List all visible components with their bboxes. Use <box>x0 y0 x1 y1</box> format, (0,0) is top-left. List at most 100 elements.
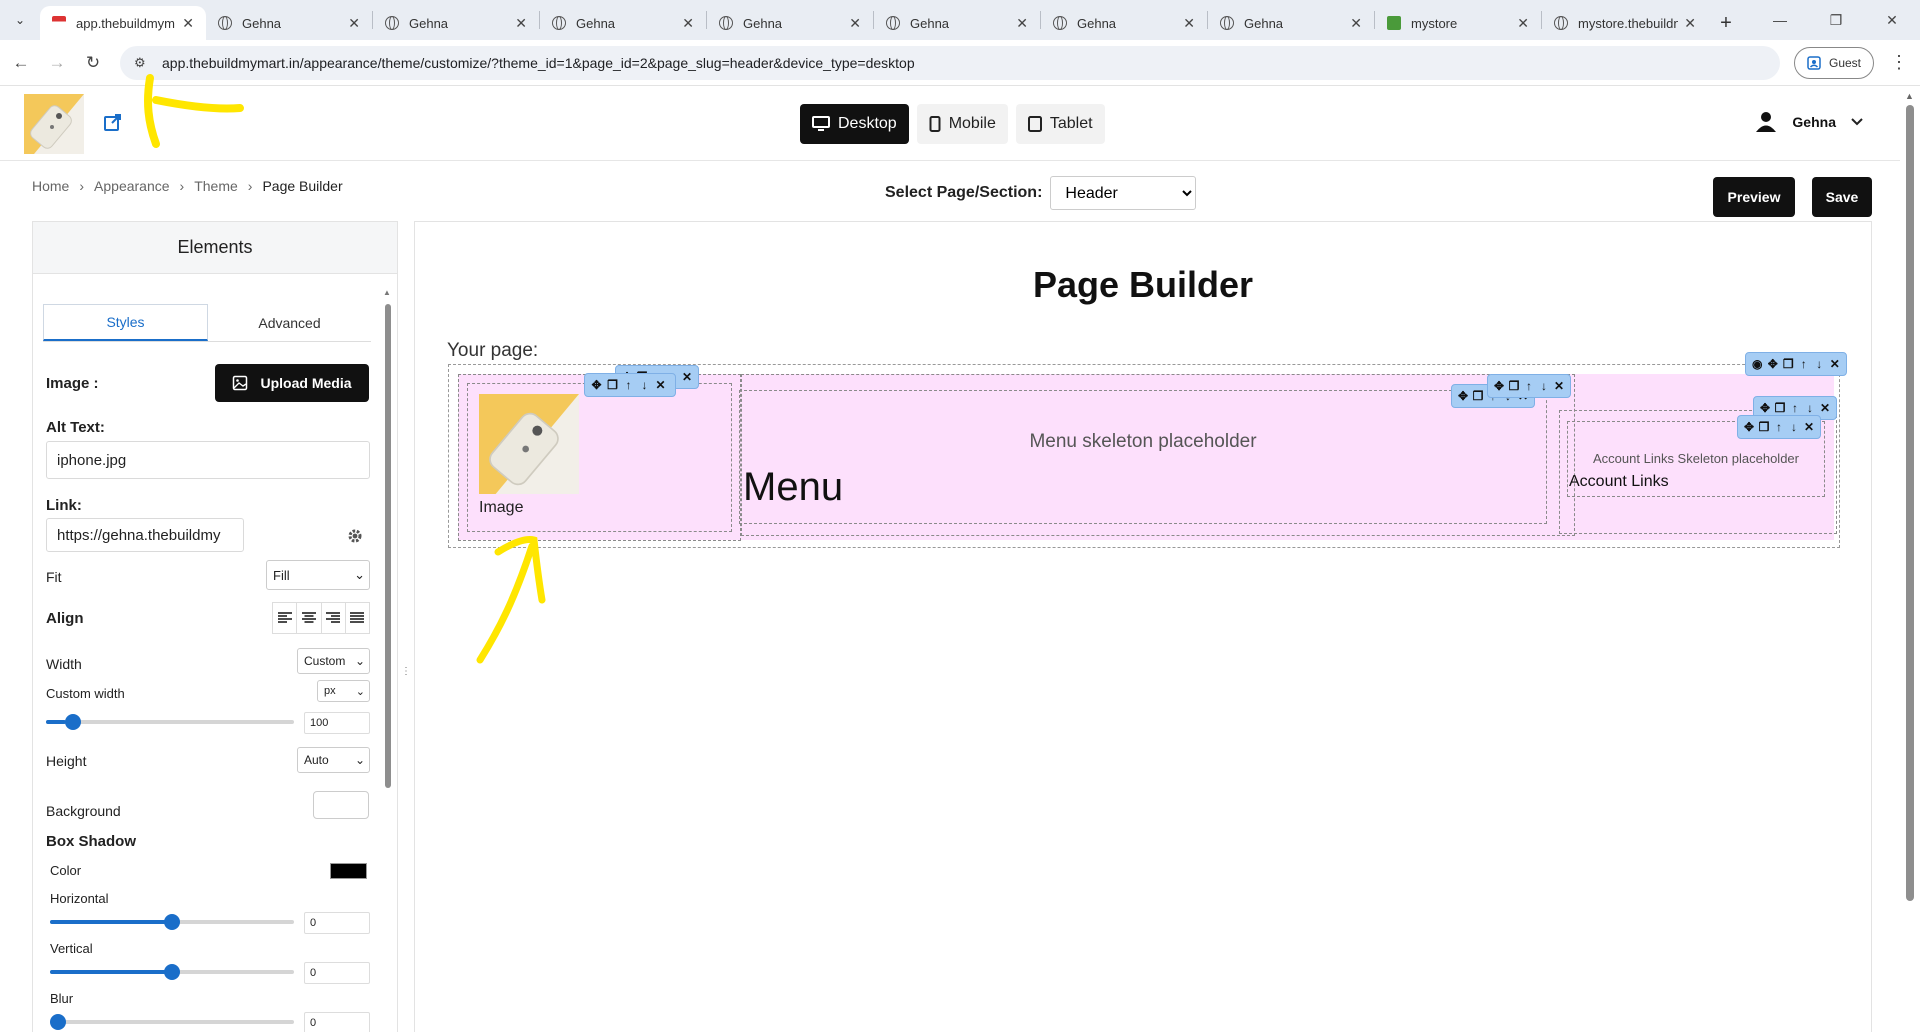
blur-slider[interactable] <box>50 1014 294 1030</box>
panel-resize-handle[interactable]: ⋮ <box>401 666 411 677</box>
fit-select[interactable]: Fill ⌄ <box>266 560 370 590</box>
close-tab-icon[interactable]: ✕ <box>182 15 194 32</box>
arrow-up-icon[interactable]: ↑ <box>1798 358 1811 371</box>
minimize-icon[interactable]: — <box>1752 0 1808 40</box>
move-icon[interactable]: ✥ <box>1743 421 1755 434</box>
arrow-up-icon[interactable]: ↑ <box>1789 402 1801 415</box>
align-center-icon[interactable] <box>297 603 322 633</box>
move-icon[interactable]: ✥ <box>1493 380 1505 393</box>
align-left-icon[interactable] <box>273 603 298 633</box>
duplicate-icon[interactable]: ❐ <box>1508 380 1520 393</box>
upload-media-button[interactable]: Upload Media <box>215 364 369 402</box>
slider-knob[interactable] <box>50 1014 66 1030</box>
header-section[interactable]: Image Menu skeleton placeholder Menu Acc… <box>448 352 1847 548</box>
browser-tab[interactable]: Gehna ✕ <box>707 6 873 40</box>
link-input[interactable]: https://gehna.thebuildmy <box>46 518 244 552</box>
tab-search-icon[interactable]: ⌄ <box>0 0 40 40</box>
browser-tab[interactable]: Gehna ✕ <box>206 6 372 40</box>
arrow-down-icon[interactable]: ↓ <box>1538 380 1550 393</box>
arrow-down-icon[interactable]: ↓ <box>1804 402 1816 415</box>
move-icon[interactable]: ✥ <box>1767 358 1780 371</box>
tab-advanced[interactable]: Advanced <box>208 304 371 341</box>
gear-icon[interactable] <box>347 528 363 544</box>
delete-icon[interactable]: ✕ <box>681 371 693 384</box>
custom-width-input[interactable]: 100 <box>304 712 370 734</box>
address-bar[interactable]: ⚙ app.thebuildmymart.in/appearance/theme… <box>120 45 1780 80</box>
back-icon[interactable]: ← <box>6 48 36 78</box>
store-logo[interactable] <box>24 94 84 154</box>
browser-tab[interactable]: Gehna ✕ <box>1208 6 1374 40</box>
close-tab-icon[interactable]: ✕ <box>1684 15 1696 32</box>
save-button[interactable]: Save <box>1812 177 1872 217</box>
arrow-up-icon[interactable]: ↑ <box>1523 380 1535 393</box>
width-select[interactable]: Custom ⌄ <box>297 648 370 674</box>
duplicate-icon[interactable]: ❐ <box>1782 358 1795 371</box>
close-window-icon[interactable]: ✕ <box>1864 0 1920 40</box>
open-external-icon[interactable] <box>103 112 123 132</box>
close-tab-icon[interactable]: ✕ <box>849 15 861 32</box>
custom-width-slider[interactable] <box>46 714 294 730</box>
site-info-icon[interactable]: ⚙ <box>134 55 150 71</box>
preview-button[interactable]: Preview <box>1713 177 1795 217</box>
move-icon[interactable]: ✥ <box>1457 390 1469 403</box>
breadcrumb-theme[interactable]: Theme <box>194 178 238 194</box>
duplicate-icon[interactable]: ❐ <box>1758 421 1770 434</box>
delete-icon[interactable]: ✕ <box>1819 402 1831 415</box>
align-right-icon[interactable] <box>322 603 346 633</box>
shadow-color-swatch[interactable] <box>330 863 367 879</box>
blur-input[interactable]: 0 <box>304 1012 370 1032</box>
arrow-up-icon[interactable]: ↑ <box>622 379 635 392</box>
browser-tab[interactable]: Gehna ✕ <box>373 6 539 40</box>
close-tab-icon[interactable]: ✕ <box>348 15 360 32</box>
device-mobile-button[interactable]: Mobile <box>916 104 1008 144</box>
slider-knob[interactable] <box>164 964 180 980</box>
browser-tab[interactable]: Gehna ✕ <box>1041 6 1207 40</box>
scroll-up-icon[interactable]: ▲ <box>1905 91 1914 101</box>
scroll-thumb[interactable] <box>385 304 391 788</box>
move-icon[interactable]: ✥ <box>1759 402 1771 415</box>
arrow-up-icon[interactable]: ↑ <box>1773 421 1785 434</box>
delete-icon[interactable]: ✕ <box>1829 358 1842 371</box>
duplicate-icon[interactable]: ❐ <box>1472 390 1484 403</box>
browser-tab[interactable]: app.thebuildmym ✕ <box>40 6 206 40</box>
duplicate-icon[interactable]: ❐ <box>606 379 619 392</box>
delete-icon[interactable]: ✕ <box>654 379 667 392</box>
breadcrumb-home[interactable]: Home <box>32 178 69 194</box>
width-unit-select[interactable]: px ⌄ <box>317 680 370 702</box>
new-tab-button[interactable]: + <box>1708 6 1744 40</box>
user-menu[interactable]: Gehna <box>1754 111 1864 133</box>
menu-block[interactable] <box>739 390 1547 524</box>
device-desktop-button[interactable]: Desktop <box>800 104 909 144</box>
close-tab-icon[interactable]: ✕ <box>682 15 694 32</box>
tab-styles[interactable]: Styles <box>43 304 208 341</box>
browser-tab[interactable]: mystore.thebuildn ✕ <box>1542 6 1708 40</box>
close-tab-icon[interactable]: ✕ <box>1517 15 1529 32</box>
delete-icon[interactable]: ✕ <box>1553 380 1565 393</box>
slider-knob[interactable] <box>64 714 81 730</box>
height-select[interactable]: Auto ⌄ <box>297 747 370 773</box>
align-justify-icon[interactable] <box>346 603 369 633</box>
vertical-input[interactable]: 0 <box>304 962 370 984</box>
vertical-slider[interactable] <box>50 964 294 980</box>
arrow-down-icon[interactable]: ↓ <box>638 379 651 392</box>
alt-text-input[interactable]: iphone.jpg <box>46 441 370 479</box>
slider-knob[interactable] <box>164 914 180 930</box>
eye-icon[interactable]: ◉ <box>1751 358 1764 371</box>
close-tab-icon[interactable]: ✕ <box>515 15 527 32</box>
duplicate-icon[interactable]: ❐ <box>1774 402 1786 415</box>
page-scroll-thumb[interactable] <box>1906 105 1914 901</box>
close-tab-icon[interactable]: ✕ <box>1016 15 1028 32</box>
move-icon[interactable]: ✥ <box>590 379 603 392</box>
section-select[interactable]: Header <box>1050 176 1197 210</box>
arrow-down-icon[interactable]: ↓ <box>1788 421 1800 434</box>
breadcrumb-appearance[interactable]: Appearance <box>94 178 170 194</box>
close-tab-icon[interactable]: ✕ <box>1350 15 1362 32</box>
horizontal-slider[interactable] <box>50 914 294 930</box>
page-scrollbar[interactable]: ▲ <box>1900 87 1920 1032</box>
delete-icon[interactable]: ✕ <box>1803 421 1815 434</box>
browser-tab[interactable]: Gehna ✕ <box>540 6 706 40</box>
forward-icon[interactable]: → <box>42 48 72 78</box>
browser-tab[interactable]: Gehna ✕ <box>874 6 1040 40</box>
restore-icon[interactable]: ❐ <box>1808 0 1864 40</box>
browser-menu-icon[interactable]: ⋮ <box>1890 52 1908 73</box>
